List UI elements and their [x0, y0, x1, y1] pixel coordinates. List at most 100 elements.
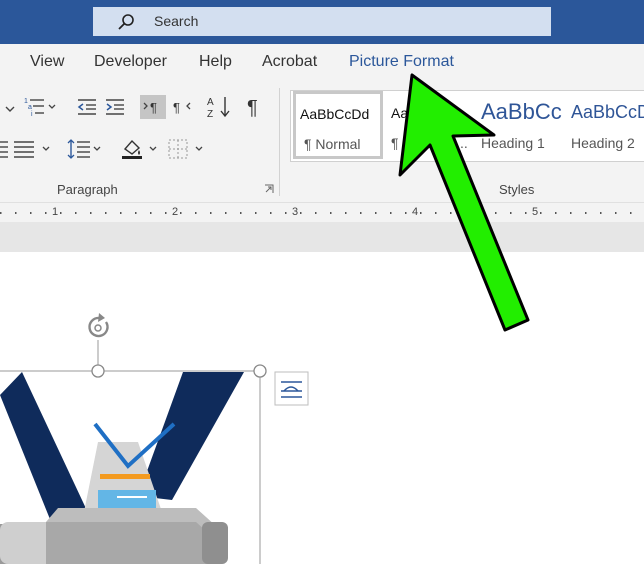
left-to-right-icon: ¶: [143, 100, 157, 115]
ruler-tick: [150, 212, 152, 214]
ruler-tick: [30, 212, 32, 214]
ltr-button[interactable]: ¶: [140, 95, 166, 119]
shading-icon[interactable]: [120, 137, 162, 161]
ruler-tick: [570, 212, 572, 214]
ruler-tick: [255, 212, 257, 214]
style-name: Heading 2: [571, 135, 635, 151]
style-no-spacing[interactable]: AaBbCcDd ¶ No Spac...: [385, 91, 475, 159]
ruler-tick: [210, 212, 212, 214]
tab-picture-format[interactable]: Picture Format: [349, 53, 454, 71]
style-name: ¶ No Spac...: [391, 135, 468, 151]
ribbon-home: 1 a i ¶ ¶ A Z ¶ Paragraph AaBbCcDd ¶ Nor…: [0, 82, 644, 202]
ruler-tick: [360, 212, 362, 214]
ruler-tick: [420, 212, 422, 214]
style-name: Heading 1: [481, 135, 545, 151]
sort-icon[interactable]: A Z: [205, 94, 233, 120]
ribbon-tabs: View Developer Help Acrobat Picture Form…: [0, 44, 644, 82]
svg-text:Z: Z: [207, 109, 213, 120]
ruler-tick: [45, 212, 47, 214]
line-spacing-icon[interactable]: [66, 138, 106, 160]
svg-text:A: A: [207, 97, 214, 108]
ruler-tick: [405, 212, 407, 214]
tab-developer[interactable]: Developer: [94, 53, 167, 71]
ruler-number: 3: [292, 206, 299, 218]
tab-help[interactable]: Help: [199, 53, 232, 71]
pilcrow-icon[interactable]: ¶: [244, 94, 266, 120]
document-page[interactable]: [0, 252, 644, 564]
style-preview: AaBbCc: [481, 99, 562, 124]
right-to-left-icon[interactable]: ¶: [170, 95, 194, 119]
ruler-tick: [195, 212, 197, 214]
ruler-number: 4: [412, 206, 419, 218]
picture-content: [0, 372, 244, 564]
document-margin-area: [0, 222, 644, 252]
search-box[interactable]: Search: [93, 7, 551, 36]
ruler-tick: [480, 212, 482, 214]
style-heading-2[interactable]: AaBbCcD Heading 2: [565, 91, 644, 159]
ruler-tick: [510, 212, 512, 214]
multilevel-list-icon[interactable]: 1 a i: [22, 96, 58, 118]
increase-indent-icon[interactable]: [104, 98, 126, 116]
horizontal-ruler[interactable]: 1 2 3 4 5: [0, 202, 644, 223]
styles-gallery: AaBbCcDd ¶ Normal AaBbCcDd ¶ No Spac... …: [290, 90, 644, 162]
ruler-tick: [315, 212, 317, 214]
ruler-tick: [375, 212, 377, 214]
chevron-down-icon[interactable]: [0, 98, 20, 118]
ruler-tick: [330, 212, 332, 214]
ruler-tick: [585, 212, 587, 214]
ruler-tick: [555, 212, 557, 214]
styles-group-label: Styles: [499, 182, 535, 197]
title-bar: Search: [0, 0, 644, 44]
ruler-tick: [240, 212, 242, 214]
ruler-tick: [0, 212, 2, 214]
ruler-tick: [300, 212, 302, 214]
svg-text:i: i: [31, 111, 33, 118]
ruler-tick: [105, 212, 107, 214]
ruler-tick: [120, 212, 122, 214]
ruler-tick: [270, 212, 272, 214]
ruler-tick: [75, 212, 77, 214]
ruler-tick: [135, 212, 137, 214]
justify-icon[interactable]: [14, 140, 54, 158]
ruler-tick: [225, 212, 227, 214]
decrease-indent-icon[interactable]: [76, 98, 98, 116]
resize-handle-top-right[interactable]: [253, 364, 267, 378]
ruler-tick: [15, 212, 17, 214]
ruler-tick: [90, 212, 92, 214]
ruler-tick: [465, 212, 467, 214]
align-partial-icon[interactable]: [0, 140, 10, 158]
paragraph-group-label: Paragraph: [57, 182, 118, 197]
borders-icon[interactable]: [166, 138, 208, 160]
svg-text:¶: ¶: [150, 100, 157, 115]
dialog-launcher-icon[interactable]: [264, 184, 274, 194]
resize-handle-top[interactable]: [91, 364, 105, 378]
style-name: ¶ Normal: [304, 136, 361, 152]
selected-picture[interactable]: [0, 252, 644, 564]
style-heading-1[interactable]: AaBbCc Heading 1: [475, 91, 565, 159]
ruler-tick: [285, 212, 287, 214]
ruler-tick: [495, 212, 497, 214]
ruler-tick: [600, 212, 602, 214]
tab-view[interactable]: View: [30, 53, 64, 71]
tab-acrobat[interactable]: Acrobat: [262, 53, 317, 71]
ruler-tick: [435, 212, 437, 214]
svg-text:¶: ¶: [247, 97, 258, 119]
rotate-handle-icon[interactable]: [88, 313, 109, 338]
ruler-tick: [450, 212, 452, 214]
group-divider: [279, 88, 280, 196]
style-normal[interactable]: AaBbCcDd ¶ Normal: [293, 91, 383, 159]
ruler-tick: [525, 212, 527, 214]
ruler-tick: [345, 212, 347, 214]
ruler-number: 1: [52, 206, 59, 218]
style-preview: AaBbCcD: [571, 102, 644, 122]
svg-text:¶: ¶: [173, 100, 180, 115]
ruler-tick: [630, 212, 632, 214]
search-icon: [118, 14, 134, 30]
svg-text:a: a: [28, 104, 32, 111]
ruler-tick: [390, 212, 392, 214]
layout-options-icon[interactable]: [274, 371, 309, 406]
ruler-tick: [60, 212, 62, 214]
ruler-number: 2: [172, 206, 179, 218]
search-label: Search: [154, 13, 199, 29]
style-preview: AaBbCcDd: [391, 105, 461, 121]
